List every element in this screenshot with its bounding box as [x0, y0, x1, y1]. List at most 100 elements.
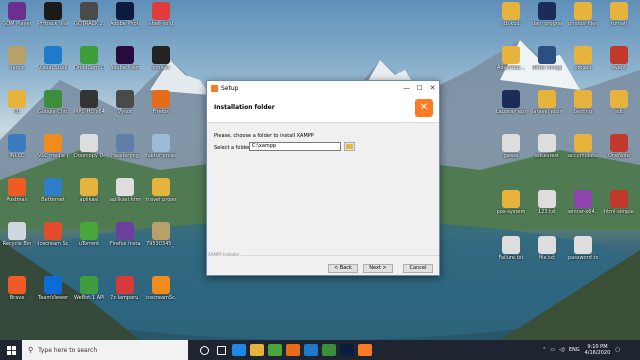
desktop-icon[interactable]: heroic: [2, 46, 32, 71]
dialog-titlebar[interactable]: Setup — ☐ ✕: [207, 81, 439, 95]
desktop-icon[interactable]: winrar-x64...: [568, 190, 598, 215]
desktop-icon[interactable]: rumah: [604, 2, 634, 27]
desktop-icon[interactable]: AdvertBE...: [496, 46, 526, 71]
app-icon: [502, 190, 520, 208]
app-icon: [80, 178, 98, 196]
desktop-icon-label: TeamViewer: [38, 295, 68, 301]
desktop-icon[interactable]: adt: [604, 90, 634, 115]
desktop-icon[interactable]: laravel ecommerce...: [532, 90, 562, 115]
desktop-icon-label: berting: [574, 109, 592, 115]
desktop-icon[interactable]: OneNote: [604, 134, 634, 159]
app-icon: [574, 134, 592, 152]
volume-icon[interactable]: ◁): [559, 347, 565, 353]
app-icon: [8, 46, 26, 64]
desktop-icon[interactable]: icecreamSc...: [146, 276, 176, 301]
browse-button[interactable]: [344, 142, 355, 151]
desktop-icon[interactable]: DroidCam Client: [74, 46, 104, 71]
desktop-icon[interactable]: MPC-HC x64: [74, 90, 104, 115]
desktop-icon[interactable]: project: [568, 46, 598, 71]
clock[interactable]: 9:10 PM 4/16/2020: [585, 344, 611, 356]
desktop-icon[interactable]: dani programmer...: [532, 2, 562, 27]
taskbar-search[interactable]: ⚲ Type here to search: [22, 340, 188, 360]
desktop-icon[interactable]: Bitter Images tutorial.png: [532, 46, 562, 71]
desktop-icon[interactable]: Firefox: [146, 90, 176, 115]
notifications-icon[interactable]: ▢: [615, 347, 620, 353]
back-button[interactable]: < Back: [328, 264, 358, 273]
desktop-icon[interactable]: uTorrent: [74, 222, 104, 247]
cortana-icon[interactable]: [200, 345, 209, 355]
close-button[interactable]: ✕: [426, 84, 439, 92]
desktop-icon[interactable]: Visual Studio Code: [38, 46, 68, 71]
network-icon[interactable]: ▭: [550, 347, 555, 353]
desktop-icon[interactable]: pos-system: [496, 190, 526, 215]
desktop-icon[interactable]: password.txt: [568, 236, 598, 261]
desktop-icon[interactable]: Icecream Screen...: [38, 222, 68, 247]
desktop-icon[interactable]: WeBot-1 APK 5.6.9.3...: [74, 276, 104, 301]
desktop-icon[interactable]: Adobe Premiere: [110, 46, 140, 71]
cancel-button[interactable]: Cancel: [403, 264, 433, 273]
app-icon: [8, 178, 26, 196]
desktop-icon[interactable]: Recycle Bin: [2, 222, 32, 247]
desktop-icon[interactable]: 123.txt: [532, 190, 562, 215]
start-button[interactable]: [0, 340, 22, 360]
desktop-icon[interactable]: shell-void: [146, 2, 176, 27]
desktop-icon[interactable]: GOM Player: [2, 2, 32, 27]
desktop-icon[interactable]: project: [146, 46, 176, 71]
desktop-icon[interactable]: Postman: [2, 178, 32, 203]
desktop-icon-label: laravel ecommerce...: [532, 109, 562, 115]
app-icon: [502, 46, 520, 64]
desktop-icon[interactable]: Failure.txt: [496, 236, 526, 261]
desktop-icon[interactable]: faktur project...: [146, 134, 176, 159]
explorer-icon[interactable]: [250, 344, 264, 356]
tray-chevron-icon[interactable]: ⌃: [542, 347, 546, 353]
xampp-icon[interactable]: [358, 344, 372, 356]
vscode-icon[interactable]: [304, 344, 318, 356]
firefox-icon[interactable]: [286, 344, 300, 356]
utorrent-icon[interactable]: [268, 344, 282, 356]
desktop-icon-label: faktur project...: [146, 153, 176, 159]
desktop-icon[interactable]: 79530345_...: [146, 222, 176, 247]
desktop-icon[interactable]: Adobe Photosh...: [110, 2, 140, 27]
task-view-icon[interactable]: [217, 345, 226, 355]
desktop-icon[interactable]: gawai: [496, 134, 526, 159]
desktop-icon[interactable]: Brave: [2, 276, 32, 301]
minimize-button[interactable]: —: [400, 84, 413, 92]
desktop-icon[interactable]: event: [604, 46, 634, 71]
desktop-icon[interactable]: html-simple...: [604, 190, 634, 215]
desktop-icon[interactable]: Firefox Installer.exe: [110, 222, 140, 247]
desktop-icon[interactable]: Doorcopy Doc...: [74, 134, 104, 159]
desktop-icon[interactable]: Headerpng: [110, 134, 140, 159]
next-button[interactable]: Next >: [363, 264, 393, 273]
desktop-icon[interactable]: adsestest: [532, 134, 562, 159]
desktop-icon[interactable]: Google Chrome: [38, 90, 68, 115]
desktop-icon[interactable]: lib: [2, 90, 32, 115]
desktop-icon[interactable]: GOTRACK 2...: [74, 2, 104, 27]
desktop-icon[interactable]: Laporan eps.docx: [496, 90, 526, 115]
desktop-icon[interactable]: Vysor: [110, 90, 140, 115]
maximize-button[interactable]: ☐: [413, 84, 426, 92]
desktop-icon[interactable]: photos_files: [568, 2, 598, 27]
desktop-icon[interactable]: aplikasi.html: [110, 178, 140, 203]
chrome-icon[interactable]: [322, 344, 336, 356]
desktop-icon-label: rumah: [610, 21, 628, 27]
desktop-icon[interactable]: VLC media player: [38, 134, 68, 159]
desktop-icon[interactable]: travel projects...: [146, 178, 176, 203]
app-icon: [152, 2, 170, 20]
desktop-icon[interactable]: accumulator: [568, 134, 598, 159]
desktop-icon[interactable]: berting: [568, 90, 598, 115]
desktop-icon[interactable]: INI.CC: [2, 134, 32, 159]
edge-icon[interactable]: [232, 344, 246, 356]
dialog-footer: XAMPP Installer < Back Next > Cancel: [207, 252, 439, 275]
desktop-icon[interactable]: file.txt: [532, 236, 562, 261]
photoshop-icon[interactable]: [340, 344, 354, 356]
taskbar-apps: [196, 344, 374, 356]
desktop-icon[interactable]: 7z-lamperu...: [110, 276, 140, 301]
language-indicator[interactable]: ENG: [569, 347, 580, 353]
desktop-icon[interactable]: aplikasi: [74, 178, 104, 203]
folder-input[interactable]: C:\xampp: [249, 142, 341, 151]
desktop-icon[interactable]: Betternet: [38, 178, 68, 203]
desktop-icon[interactable]: PHtrack Video...: [38, 2, 68, 27]
desktop-icon[interactable]: TeamViewer: [38, 276, 68, 301]
desktop-icon-label: photos_files: [568, 21, 598, 27]
desktop-icon[interactable]: db.kbd: [496, 2, 526, 27]
